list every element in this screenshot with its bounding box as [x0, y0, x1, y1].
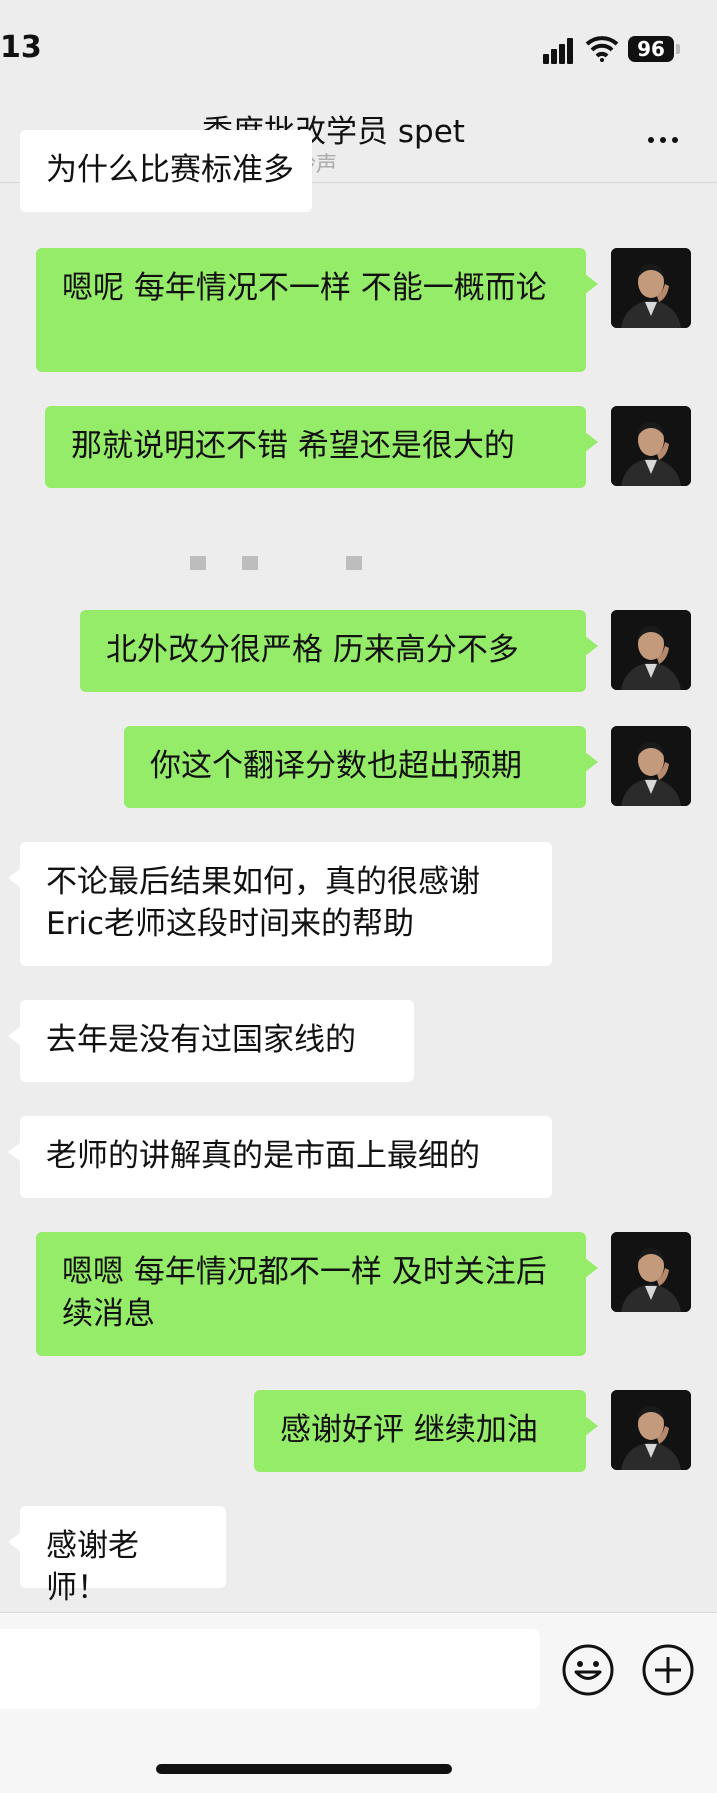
typing-indicator [190, 556, 370, 570]
battery-nub [676, 44, 680, 54]
avatar[interactable] [611, 1390, 691, 1470]
status-bar: 13 96 [0, 0, 717, 100]
more-dot [660, 137, 666, 143]
add-icon[interactable] [641, 1643, 695, 1697]
message-bubble-them[interactable]: 老师的讲解真的是市面上最细的 [8, 1116, 552, 1198]
avatar[interactable] [611, 1232, 691, 1312]
message-bubble-me[interactable]: 北外改分很严格 历来高分不多 [80, 610, 598, 692]
emoji-icon[interactable] [561, 1643, 615, 1697]
avatar[interactable] [611, 610, 691, 690]
message-bubble-me[interactable]: 嗯呢 每年情况不一样 不能一概而论 [36, 248, 598, 372]
message-bubble-them[interactable]: 不论最后结果如何，真的很感谢Eric老师这段时间来的帮助 [8, 842, 552, 966]
more-dot [672, 137, 678, 143]
signal-icon [543, 38, 575, 64]
more-button[interactable] [638, 118, 688, 162]
message-input[interactable] [0, 1629, 540, 1709]
message-bubble-me[interactable]: 那就说明还不错 希望还是很大的 [45, 406, 598, 488]
wifi-icon [585, 36, 619, 62]
battery-level: 96 [628, 36, 674, 62]
status-time: 13 [0, 30, 42, 65]
message-bubble-them[interactable]: 为什么比赛标准多 [20, 130, 312, 212]
avatar[interactable] [611, 406, 691, 486]
message-bubble-them[interactable]: 感谢老师！ [8, 1506, 226, 1606]
avatar[interactable] [611, 248, 691, 328]
avatar[interactable] [611, 726, 691, 806]
home-indicator [156, 1764, 452, 1774]
message-bubble-them[interactable]: 去年是没有过国家线的 [8, 1000, 414, 1082]
message-bubble-me[interactable]: 你这个翻译分数也超出预期 [124, 726, 598, 808]
more-dot [648, 137, 654, 143]
message-bubble-me[interactable]: 感谢好评 继续加油 [254, 1390, 598, 1472]
message-bubble-me[interactable]: 嗯嗯 每年情况都不一样 及时关注后续消息 [36, 1232, 598, 1356]
